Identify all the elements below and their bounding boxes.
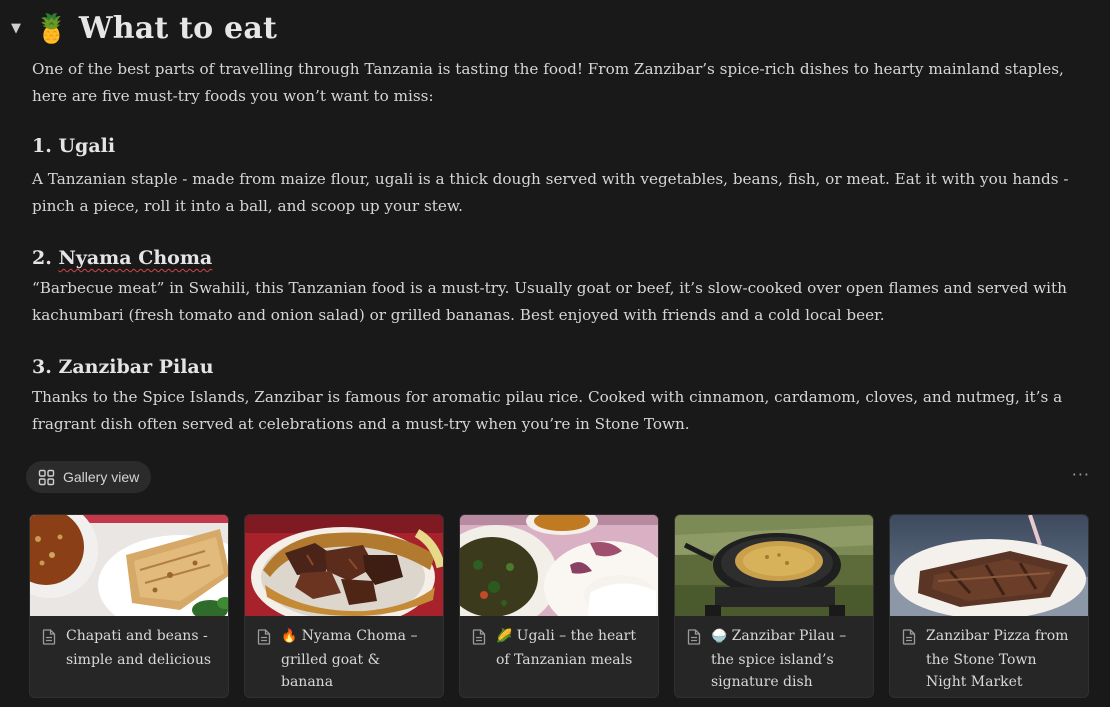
paragraph-nyama-choma[interactable]: “Barbecue meat” in Swahili, this Tanzani…	[32, 275, 1082, 329]
paragraph-zanzibar-pilau[interactable]: Thanks to the Spice Islands, Zanzibar is…	[32, 384, 1082, 438]
card-title: 🌽 Ugali – the heart of Tanzanian meals	[496, 625, 648, 671]
card-title: 🍚 Zanzibar Pilau – the spice island’s si…	[711, 625, 863, 694]
card-title-text: Ugali – the heart of Tanzanian meals	[496, 628, 636, 668]
intro-paragraph[interactable]: One of the best parts of travelling thro…	[32, 56, 1082, 110]
card-cover-image	[245, 515, 443, 616]
gallery-card-nyama-choma[interactable]: 🔥 Nyama Choma – grilled goat & banana	[244, 514, 444, 698]
card-title-text: Zanzibar Pilau – the spice island’s sign…	[711, 628, 847, 690]
heading-text: Nyama Choma	[58, 247, 213, 269]
gallery-card-zanzibar-pizza[interactable]: Zanzibar Pizza from the Stone Town Night…	[889, 514, 1089, 698]
page-icon	[472, 629, 486, 645]
heading-zanzibar-pilau[interactable]: 3. Zanzibar Pilau	[32, 353, 1082, 381]
page-icon	[687, 629, 701, 645]
heading-text: Ugali	[58, 135, 116, 157]
card-title-text: Chapati and beans - simple and delicious	[66, 628, 212, 668]
page-icon	[42, 629, 56, 645]
corn-icon: 🌽	[496, 629, 513, 644]
page-icon	[902, 629, 916, 645]
heading-number: 3.	[32, 356, 52, 378]
card-cover-image	[890, 515, 1088, 616]
toggle-heading: ▼ 🍍 What to eat	[0, 6, 277, 50]
heading-text: Zanzibar Pilau	[58, 356, 214, 378]
rice-bowl-icon: 🍚	[711, 629, 728, 644]
card-title: Chapati and beans - simple and delicious	[66, 625, 218, 671]
page-icon	[257, 629, 271, 645]
toggle-content: One of the best parts of travelling thro…	[32, 56, 1082, 438]
card-cover-image	[675, 515, 873, 616]
gallery-card-chapati[interactable]: Chapati and beans - simple and delicious	[29, 514, 229, 698]
gallery-view-label: Gallery view	[63, 469, 140, 485]
more-options-icon[interactable]: ···	[1072, 465, 1090, 484]
card-title-text: Zanzibar Pizza from the Stone Town Night…	[926, 628, 1069, 690]
card-title: 🔥 Nyama Choma – grilled goat & banana	[281, 625, 433, 694]
paragraph-ugali[interactable]: A Tanzanian staple - made from maize flo…	[32, 166, 1082, 220]
gallery-card-ugali[interactable]: 🌽 Ugali – the heart of Tanzanian meals	[459, 514, 659, 698]
gallery-cards: Chapati and beans - simple and delicious	[29, 514, 1089, 698]
heading-nyama-choma[interactable]: 2. Nyama Choma	[32, 244, 1082, 272]
toggle-collapse-icon[interactable]: ▼	[2, 21, 30, 36]
card-cover-image	[30, 515, 228, 616]
gallery-toolbar: Gallery view ···	[26, 461, 1096, 493]
gallery-card-zanzibar-pilau[interactable]: 🍚 Zanzibar Pilau – the spice island’s si…	[674, 514, 874, 698]
gallery-grid-icon	[38, 469, 55, 485]
heading-ugali[interactable]: 1. Ugali	[32, 132, 1082, 160]
heading-number: 2.	[32, 247, 52, 269]
card-cover-image	[460, 515, 658, 616]
pineapple-icon: 🍍	[34, 11, 69, 45]
fire-icon: 🔥	[281, 629, 298, 644]
card-title-text: Nyama Choma – grilled goat & banana	[281, 628, 418, 690]
heading-number: 1.	[32, 135, 52, 157]
gallery-view-button[interactable]: Gallery view	[26, 461, 152, 493]
card-title: Zanzibar Pizza from the Stone Town Night…	[926, 625, 1078, 694]
section-title[interactable]: What to eat	[79, 11, 277, 46]
